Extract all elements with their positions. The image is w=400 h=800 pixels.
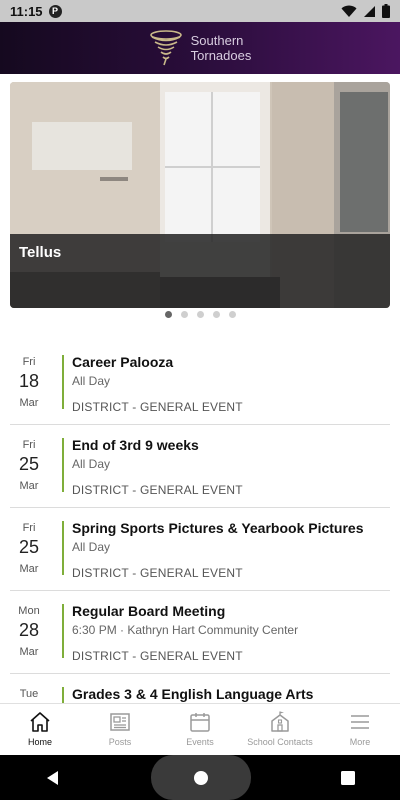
event-item[interactable]: Fri 25 Mar End of 3rd 9 weeks All Day DI…	[10, 425, 390, 508]
carousel-dot[interactable]	[196, 311, 204, 318]
news-icon	[110, 713, 130, 731]
event-accent-bar	[62, 604, 64, 658]
event-accent-bar	[62, 355, 64, 409]
logo-line-2: Tornadoes	[190, 48, 252, 63]
event-time: All Day	[72, 457, 111, 471]
nav-home-label: Home	[27, 737, 52, 747]
event-item[interactable]: Fri 25 Mar Spring Sports Pictures & Year…	[10, 508, 390, 591]
event-date: Mon 28 Mar	[10, 605, 48, 658]
nav-posts[interactable]: Posts	[80, 704, 160, 755]
event-day: 25	[18, 537, 40, 557]
event-time: 6:30 PM · Kathryn Hart Community Center	[72, 623, 299, 637]
signal-icon	[364, 5, 375, 17]
wifi-icon	[341, 5, 357, 17]
home-circle-icon	[194, 770, 208, 785]
event-weekday: Fri	[22, 356, 36, 368]
event-weekday: Mon	[18, 605, 40, 617]
event-time: All Day	[72, 540, 111, 554]
event-item[interactable]: Mon 28 Mar Regular Board Meeting 6:30 PM…	[10, 591, 390, 674]
tornado-logo-icon	[149, 30, 182, 66]
event-title: End of 3rd 9 weeks	[72, 437, 199, 453]
event-category: DISTRICT - GENERAL EVENT	[72, 483, 243, 497]
nav-home[interactable]: Home	[0, 704, 80, 755]
event-date: Tue	[10, 688, 48, 700]
event-title: Regular Board Meeting	[72, 603, 226, 619]
nav-events[interactable]: Events	[160, 704, 240, 755]
event-day: 25	[18, 454, 40, 474]
hero-carousel[interactable]: Tellus	[10, 82, 390, 308]
system-navigation-bar	[0, 755, 400, 800]
event-date: Fri 25 Mar	[10, 439, 48, 492]
bottom-navigation: Home Posts Events School Contacts More	[0, 703, 400, 755]
status-time: 11:15	[10, 3, 43, 19]
recents-icon[interactable]	[341, 770, 355, 785]
event-accent-bar	[62, 438, 64, 492]
event-time: All Day	[72, 374, 111, 388]
carousel-dot[interactable]	[212, 311, 220, 318]
school-building-icon	[271, 711, 289, 732]
home-icon	[30, 712, 50, 732]
nav-posts-label: Posts	[108, 737, 132, 747]
event-weekday: Tue	[19, 688, 39, 700]
menu-icon	[351, 715, 369, 729]
logo-line-1: Southern	[190, 33, 244, 48]
event-item[interactable]: Fri 18 Mar Career Palooza All Day DISTRI…	[10, 342, 390, 425]
event-day: 28	[18, 620, 40, 640]
nav-school-contacts[interactable]: School Contacts	[240, 704, 320, 755]
back-icon[interactable]	[45, 770, 61, 786]
event-accent-bar	[62, 521, 64, 575]
carousel-dot[interactable]	[164, 311, 172, 318]
app-notification-icon: P	[48, 4, 62, 18]
hero-caption-title: Tellus	[19, 244, 62, 261]
event-date: Fri 18 Mar	[10, 356, 48, 409]
carousel-dot[interactable]	[228, 311, 236, 318]
logo-text: Southern Tornadoes	[191, 33, 252, 63]
event-category: DISTRICT - GENERAL EVENT	[72, 649, 243, 663]
calendar-icon	[190, 713, 210, 732]
event-month: Mar	[19, 563, 39, 575]
carousel-dot[interactable]	[180, 311, 188, 318]
event-title: Career Palooza	[72, 354, 174, 370]
status-icons	[341, 4, 390, 18]
event-weekday: Fri	[22, 439, 36, 451]
event-month: Mar	[19, 397, 39, 409]
carousel-dots	[0, 311, 400, 318]
event-month: Mar	[19, 646, 39, 658]
event-day: 18	[18, 371, 40, 391]
event-category: DISTRICT - GENERAL EVENT	[72, 566, 243, 580]
event-category: DISTRICT - GENERAL EVENT	[72, 400, 243, 414]
event-title: Grades 3 & 4 English Language Arts	[72, 686, 314, 702]
nav-more-label: More	[349, 737, 371, 747]
event-date: Fri 25 Mar	[10, 522, 48, 575]
nav-events-label: Events	[186, 737, 214, 747]
status-bar: 11:15 P	[0, 0, 400, 22]
hero-caption: Tellus	[10, 234, 390, 308]
event-weekday: Fri	[22, 522, 36, 534]
events-list: Fri 18 Mar Career Palooza All Day DISTRI…	[10, 342, 390, 757]
event-title: Spring Sports Pictures & Yearbook Pictur…	[72, 520, 364, 536]
nav-school-contacts-label: School Contacts	[247, 737, 313, 747]
app-header: Southern Tornadoes	[0, 22, 400, 74]
nav-more[interactable]: More	[320, 704, 400, 755]
event-month: Mar	[19, 480, 39, 492]
system-home-button[interactable]	[151, 755, 251, 800]
school-logo: Southern Tornadoes	[149, 30, 252, 66]
battery-icon	[382, 4, 390, 18]
